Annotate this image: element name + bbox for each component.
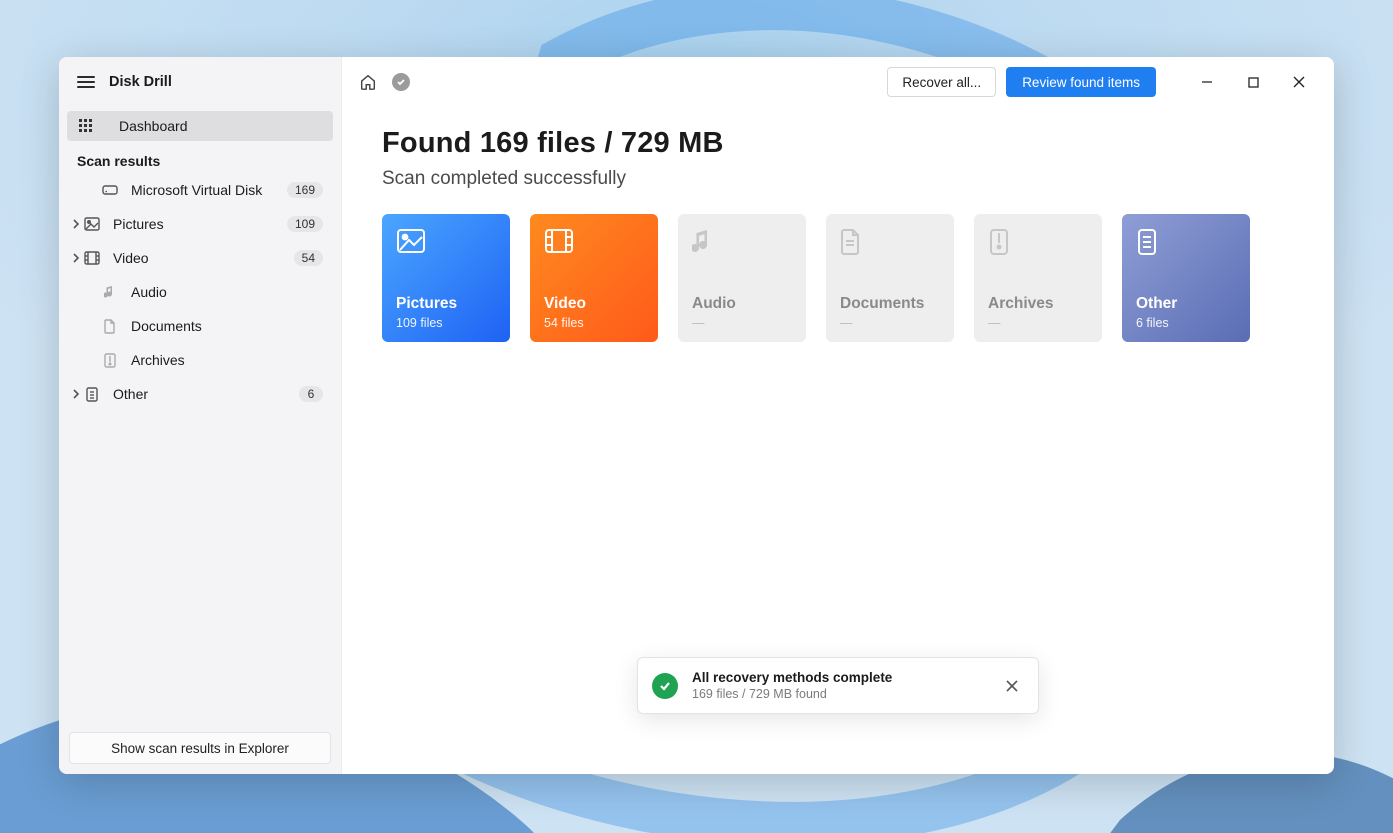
sidebar-item-badge: 54 (294, 250, 323, 266)
music-note-icon (101, 285, 119, 299)
other-file-icon (1136, 228, 1236, 260)
sidebar-item-dashboard[interactable]: Dashboard (67, 111, 333, 141)
chevron-right-icon (69, 253, 83, 263)
archive-icon (101, 353, 119, 368)
sidebar-item-label: Archives (131, 352, 323, 368)
sidebar-item-video[interactable]: Video 54 (59, 241, 341, 275)
sidebar-item-label: Microsoft Virtual Disk (131, 182, 287, 198)
sidebar-item-badge: 169 (287, 182, 323, 198)
sidebar-item-label: Other (113, 386, 299, 402)
tile-label: Documents (840, 295, 940, 313)
toast-title: All recovery methods complete (692, 670, 986, 685)
tile-other[interactable]: Other 6 files (1122, 214, 1250, 342)
sidebar-section-label: Scan results (59, 147, 341, 173)
document-icon (840, 228, 940, 260)
main-area: Recover all... Review found items Found … (342, 57, 1334, 774)
tile-sub: — (988, 316, 1088, 330)
tile-label: Pictures (396, 295, 496, 313)
status-check-icon (392, 73, 410, 91)
recover-all-button[interactable]: Recover all... (887, 67, 996, 97)
window-close-button[interactable] (1276, 62, 1322, 102)
show-in-explorer-button[interactable]: Show scan results in Explorer (69, 732, 331, 764)
tile-archives[interactable]: Archives — (974, 214, 1102, 342)
sidebar-item-disk[interactable]: Microsoft Virtual Disk 169 (59, 173, 341, 207)
sidebar-item-label: Audio (131, 284, 323, 300)
found-subheading: Scan completed successfully (382, 168, 1294, 190)
dashboard-label: Dashboard (119, 118, 188, 134)
app-window: Disk Drill Dashboard Scan results Micros… (59, 57, 1334, 774)
tile-label: Video (544, 295, 644, 313)
other-file-icon (83, 387, 101, 402)
tile-label: Other (1136, 295, 1236, 313)
home-button[interactable] (354, 68, 382, 96)
film-icon (544, 228, 644, 260)
tile-pictures[interactable]: Pictures 109 files (382, 214, 510, 342)
sidebar-item-other[interactable]: Other 6 (59, 377, 341, 411)
sidebar-item-archives[interactable]: Archives (59, 343, 341, 377)
grid-icon (77, 119, 95, 133)
tile-label: Audio (692, 295, 792, 313)
review-found-items-button[interactable]: Review found items (1006, 67, 1156, 97)
sidebar-item-badge: 6 (299, 386, 323, 402)
sidebar-item-label: Video (113, 250, 294, 266)
archive-icon (988, 228, 1088, 260)
chevron-right-icon (69, 219, 83, 229)
sidebar-item-documents[interactable]: Documents (59, 309, 341, 343)
tile-sub: — (840, 316, 940, 330)
tile-audio[interactable]: Audio — (678, 214, 806, 342)
film-icon (83, 251, 101, 265)
disk-icon (101, 184, 119, 196)
completion-toast: All recovery methods complete 169 files … (637, 657, 1039, 714)
hamburger-icon[interactable] (77, 73, 95, 91)
found-heading: Found 169 files / 729 MB (382, 127, 1294, 160)
sidebar-item-label: Pictures (113, 216, 287, 232)
category-tiles: Pictures 109 files Video 54 files Au (382, 214, 1294, 342)
window-maximize-button[interactable] (1230, 62, 1276, 102)
music-note-icon (692, 228, 792, 260)
chevron-right-icon (69, 389, 83, 399)
toast-close-button[interactable] (1000, 674, 1024, 698)
tile-sub: 109 files (396, 316, 496, 330)
success-check-icon (652, 673, 678, 699)
sidebar: Disk Drill Dashboard Scan results Micros… (59, 57, 342, 774)
app-title: Disk Drill (109, 74, 172, 90)
tile-documents[interactable]: Documents — (826, 214, 954, 342)
top-bar: Recover all... Review found items (342, 57, 1334, 107)
tile-video[interactable]: Video 54 files (530, 214, 658, 342)
window-minimize-button[interactable] (1184, 62, 1230, 102)
toast-sub: 169 files / 729 MB found (692, 687, 986, 701)
tile-label: Archives (988, 295, 1088, 313)
image-icon (396, 228, 496, 260)
tile-sub: — (692, 316, 792, 330)
tile-sub: 54 files (544, 316, 644, 330)
document-icon (101, 319, 119, 334)
image-icon (83, 217, 101, 231)
sidebar-item-badge: 109 (287, 216, 323, 232)
tile-sub: 6 files (1136, 316, 1236, 330)
sidebar-item-audio[interactable]: Audio (59, 275, 341, 309)
sidebar-item-pictures[interactable]: Pictures 109 (59, 207, 341, 241)
sidebar-item-label: Documents (131, 318, 323, 334)
